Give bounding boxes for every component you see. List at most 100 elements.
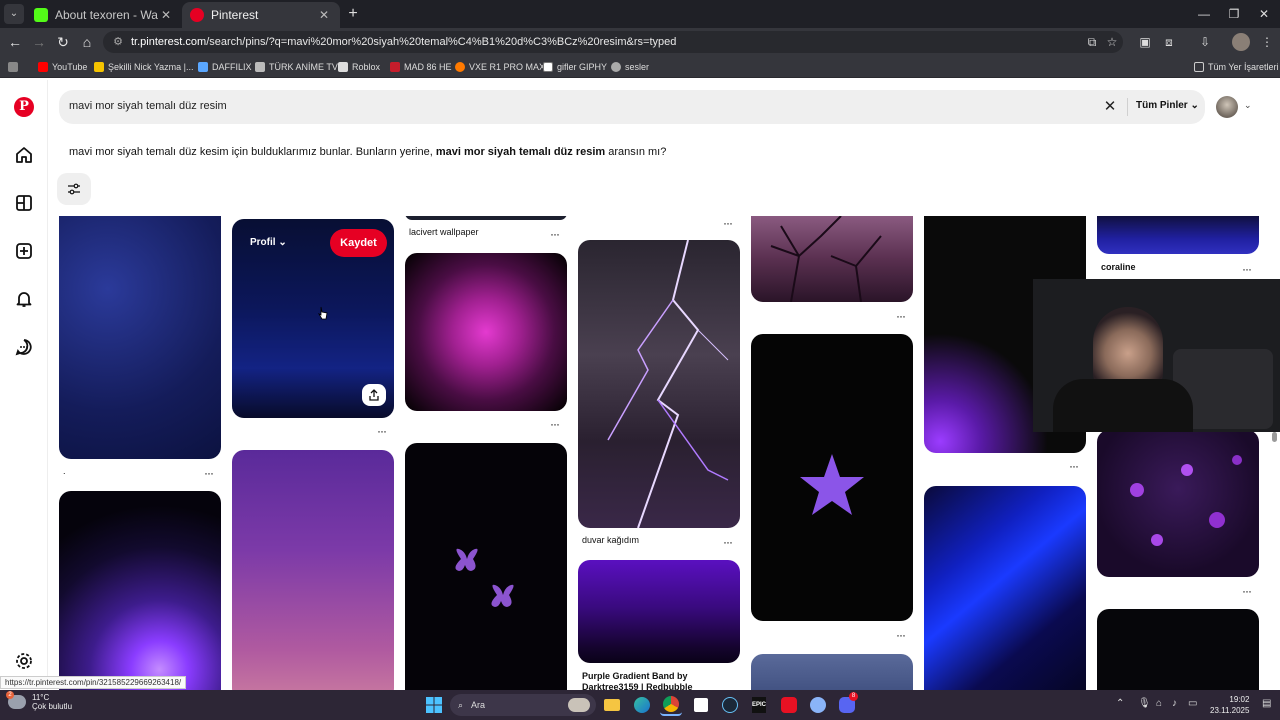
notifications-bell-icon[interactable] bbox=[14, 289, 34, 309]
explore-icon[interactable] bbox=[14, 193, 34, 213]
pinterest-logo-icon[interactable]: P bbox=[14, 97, 34, 117]
chrome-icon[interactable] bbox=[660, 694, 682, 716]
app-red-icon[interactable] bbox=[778, 694, 800, 716]
pin-image[interactable] bbox=[232, 450, 394, 690]
apps-grid-icon[interactable] bbox=[8, 60, 22, 74]
more-options-icon[interactable]: ··· bbox=[723, 217, 733, 229]
save-button[interactable]: Kaydet bbox=[330, 229, 387, 257]
microphone-icon[interactable]: 🎙 bbox=[1138, 698, 1151, 709]
network-icon[interactable]: ⌂ bbox=[1156, 698, 1162, 709]
pin-image[interactable] bbox=[405, 443, 567, 690]
file-explorer-icon[interactable] bbox=[601, 694, 623, 716]
pin-image[interactable] bbox=[59, 491, 221, 690]
settings-gear-icon[interactable] bbox=[14, 651, 34, 671]
more-options-icon[interactable]: ··· bbox=[1069, 460, 1079, 472]
pin-image[interactable] bbox=[59, 216, 221, 459]
extensions-puzzle-icon[interactable]: ⧈ bbox=[1160, 33, 1178, 51]
star-pin-image[interactable] bbox=[751, 334, 913, 621]
gear-app-icon[interactable] bbox=[807, 694, 829, 716]
bookmark-vxe[interactable]: VXE R1 PRO MAX bbox=[455, 60, 545, 74]
battery-icon[interactable]: ▭ bbox=[1188, 698, 1197, 709]
site-info-icon[interactable]: ⚙ bbox=[111, 35, 125, 49]
more-options-icon[interactable]: ··· bbox=[550, 418, 560, 430]
start-windows-icon[interactable] bbox=[423, 694, 445, 716]
discord-icon[interactable]: 8 bbox=[836, 692, 858, 716]
epic-games-icon[interactable]: EPIC bbox=[748, 694, 770, 716]
hovered-pin-image[interactable]: Profil ⌄ Kaydet bbox=[232, 219, 394, 418]
forward-icon[interactable]: → bbox=[28, 31, 50, 53]
reload-icon[interactable]: ↻ bbox=[52, 31, 74, 53]
more-options-icon[interactable]: ··· bbox=[896, 629, 906, 641]
address-bar[interactable]: ⚙ tr.pinterest.com/search/pins/?q=mavi%2… bbox=[103, 31, 1123, 53]
profile-board-selector[interactable]: Profil ⌄ bbox=[250, 237, 287, 248]
pin-image[interactable] bbox=[405, 216, 567, 220]
menu-kebab-icon[interactable]: ⋮ bbox=[1258, 33, 1276, 51]
tray-chevron-icon[interactable]: ⌃ bbox=[1116, 698, 1124, 709]
close-window-icon[interactable]: ✕ bbox=[1252, 4, 1276, 24]
steam-icon[interactable] bbox=[719, 694, 741, 716]
user-avatar[interactable] bbox=[1216, 96, 1238, 118]
purple-gradient-pin-image[interactable] bbox=[578, 560, 740, 663]
pin-image[interactable] bbox=[1097, 609, 1259, 690]
taskbar-search[interactable]: ⌕ Ara bbox=[450, 694, 596, 716]
tab-pinterest[interactable]: Pinterest ✕ bbox=[182, 2, 340, 28]
new-tab-button[interactable]: + bbox=[344, 5, 362, 23]
store-icon[interactable] bbox=[690, 694, 712, 716]
create-icon[interactable] bbox=[14, 241, 34, 261]
messages-icon[interactable] bbox=[14, 337, 34, 357]
more-options-icon[interactable]: ··· bbox=[1242, 263, 1252, 275]
edge-browser-icon[interactable] bbox=[631, 694, 653, 716]
account-chevron-down-icon[interactable]: ⌄ bbox=[1244, 100, 1252, 111]
bookmark-sekilli-nick[interactable]: Şekilli Nick Yazma |... bbox=[94, 60, 194, 74]
more-options-icon[interactable]: ··· bbox=[377, 425, 387, 437]
search-bar[interactable]: mavi mor siyah temalı düz resim ✕ Tüm Pi… bbox=[59, 90, 1205, 124]
close-tab-icon[interactable]: ✕ bbox=[158, 7, 174, 23]
volume-icon[interactable]: ♪ bbox=[1172, 698, 1177, 709]
clear-search-icon[interactable]: ✕ bbox=[1101, 98, 1119, 116]
search-input[interactable]: mavi mor siyah temalı düz resim bbox=[69, 100, 227, 112]
downloads-icon[interactable]: ⇩ bbox=[1196, 33, 1214, 51]
pin-image[interactable] bbox=[751, 216, 913, 302]
pin-image[interactable] bbox=[924, 486, 1086, 690]
all-bookmarks-folder[interactable]: Tüm Yer İşaretleri bbox=[1194, 60, 1279, 74]
restore-icon[interactable]: ❐ bbox=[1222, 4, 1246, 24]
suggested-search-link[interactable]: mavi mor siyah temalı düz resim bbox=[436, 146, 605, 158]
back-icon[interactable]: ← bbox=[4, 31, 26, 53]
more-options-icon[interactable]: ··· bbox=[1242, 585, 1252, 597]
bookmark-turk-anime[interactable]: TÜRK ANİME TV bbox=[255, 60, 338, 74]
minimize-icon[interactable]: — bbox=[1192, 4, 1216, 24]
pin-image[interactable] bbox=[405, 253, 567, 411]
more-options-icon[interactable]: ··· bbox=[550, 228, 560, 240]
flower-icon bbox=[1130, 455, 1242, 546]
share-button[interactable] bbox=[362, 384, 386, 406]
page-scrollbar[interactable] bbox=[1271, 256, 1278, 688]
pin-image[interactable] bbox=[751, 654, 913, 690]
bookmark-youtube[interactable]: YouTube bbox=[38, 60, 87, 74]
weather-widget[interactable]: 2 11°C Çok bulutlu bbox=[6, 691, 72, 711]
lightning-pin-image[interactable] bbox=[578, 240, 740, 528]
install-app-icon[interactable]: ⧉ bbox=[1083, 33, 1101, 51]
bookmark-daffilix[interactable]: DAFFILIX bbox=[198, 60, 252, 74]
notifications-icon[interactable]: ▤ bbox=[1262, 698, 1271, 709]
filter-button[interactable] bbox=[57, 173, 91, 205]
home-icon[interactable]: ⌂ bbox=[76, 31, 98, 53]
bookmark-sesler[interactable]: sesler bbox=[611, 60, 649, 74]
bookmark-giphy[interactable]: gifler GIPHY bbox=[543, 60, 607, 74]
bookmark-roblox[interactable]: Roblox bbox=[338, 60, 380, 74]
more-options-icon[interactable]: ··· bbox=[204, 467, 214, 479]
tab-kick[interactable]: About texoren - Watch Live on ✕ bbox=[26, 2, 182, 28]
home-icon[interactable] bbox=[14, 145, 34, 165]
more-options-icon[interactable]: ··· bbox=[723, 536, 733, 548]
scrollbar-thumb[interactable] bbox=[1272, 432, 1277, 442]
system-clock[interactable]: 19:02 23.11.2025 bbox=[1210, 694, 1249, 716]
pin-image[interactable] bbox=[1097, 216, 1259, 254]
pin-scope-dropdown[interactable]: Tüm Pinler ⌄ bbox=[1136, 100, 1199, 111]
profile-avatar-icon[interactable] bbox=[1232, 33, 1250, 51]
extension-ublock-icon[interactable]: ▣ bbox=[1136, 33, 1154, 51]
bookmark-star-icon[interactable]: ☆ bbox=[1103, 33, 1121, 51]
close-tab-icon[interactable]: ✕ bbox=[316, 7, 332, 23]
more-options-icon[interactable]: ··· bbox=[896, 310, 906, 322]
tab-search-icon[interactable]: ⌄ bbox=[4, 4, 24, 24]
flowers-pin-image[interactable] bbox=[1097, 430, 1259, 577]
bookmark-mad86[interactable]: MAD 86 HE bbox=[390, 60, 452, 74]
